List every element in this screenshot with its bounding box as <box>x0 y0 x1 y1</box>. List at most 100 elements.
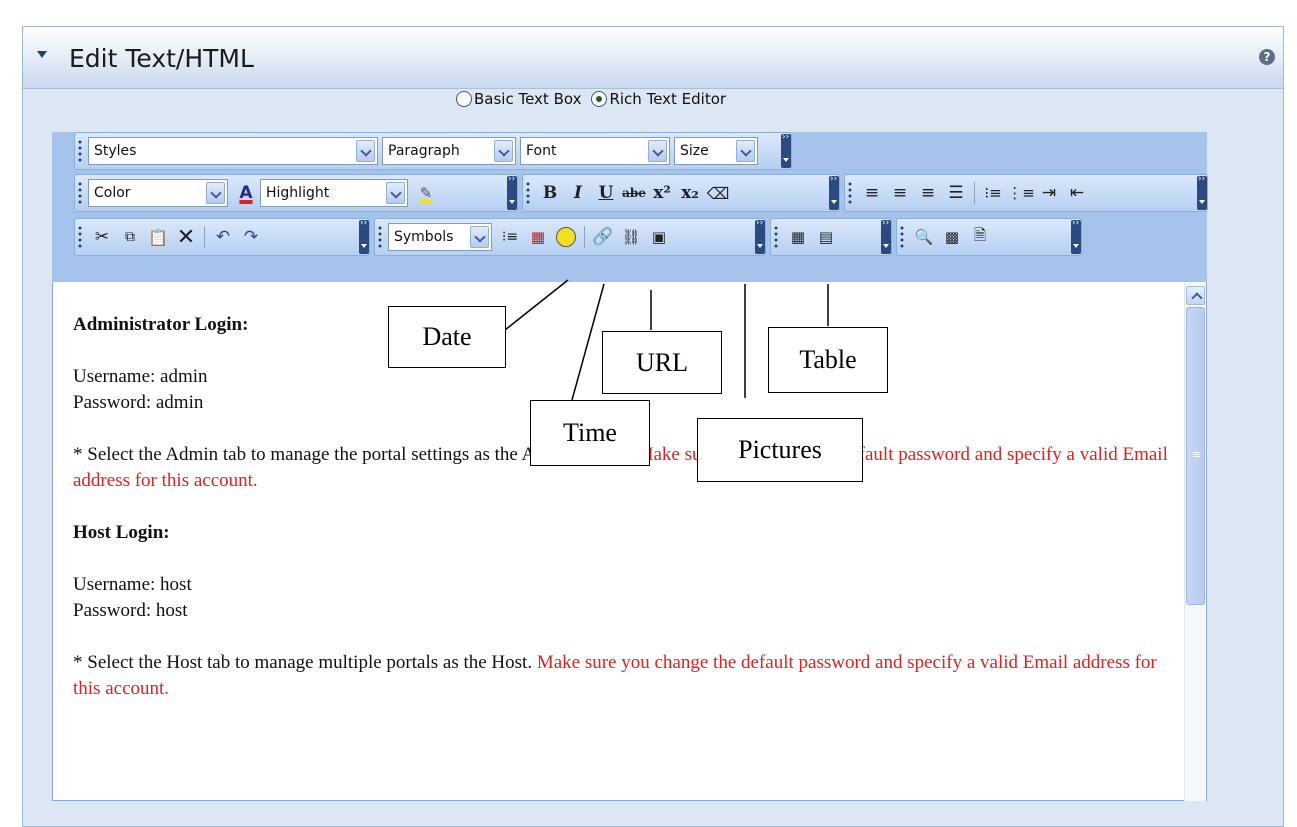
font-dropdown[interactable]: Font <box>520 137 670 165</box>
host-login-heading: Host Login: <box>73 522 170 543</box>
callout-pictures: Pictures <box>697 418 863 482</box>
collapse-triangle-icon[interactable] <box>37 51 47 58</box>
callout-url: URL <box>602 331 722 394</box>
chevron-down-icon[interactable] <box>386 182 405 204</box>
toolbar-clipboard: ✂ ⧉ 📋 ✕ ↶ ↷ <box>74 218 370 256</box>
highlight-dropdown[interactable]: Highlight <box>260 179 408 207</box>
chevron-down-icon[interactable] <box>470 226 489 248</box>
toolbar-text-styles: B I U abe x² x₂ ⌫ <box>522 174 840 212</box>
outdent-icon[interactable]: ⇤ <box>1063 178 1091 208</box>
chevron-down-icon[interactable] <box>356 140 375 162</box>
admin-login-heading: Administrator Login: <box>73 314 249 335</box>
help-icon[interactable]: ? <box>1259 49 1275 65</box>
host-username-line: Username: host <box>73 574 192 595</box>
toolbar-grip-icon[interactable] <box>78 225 82 249</box>
delete-icon[interactable]: ✕ <box>172 222 200 252</box>
insert-date-icon[interactable]: ▦ <box>524 222 552 252</box>
panel-header: Edit Text/HTML ? <box>23 27 1283 89</box>
toolbar-grip-icon[interactable] <box>774 225 778 249</box>
host-note: * Select the Host tab to manage multiple… <box>73 652 533 673</box>
bullet-list-icon[interactable]: ⁝≡ <box>979 178 1007 208</box>
font-dropdown-value: Font <box>526 143 557 159</box>
eraser-icon[interactable]: ⌫ <box>704 178 732 208</box>
callout-time: Time <box>530 400 650 466</box>
unlink-icon[interactable]: ⛓ <box>617 222 645 252</box>
highlight-dropdown-value: Highlight <box>266 185 330 201</box>
toolbar-separator <box>584 226 585 248</box>
paragraph-dropdown[interactable]: Paragraph <box>382 137 516 165</box>
chevron-down-icon[interactable] <box>494 140 513 162</box>
table-properties-icon[interactable]: ▤ <box>812 222 840 252</box>
chevron-down-icon[interactable] <box>648 140 667 162</box>
size-dropdown[interactable]: Size <box>674 137 758 165</box>
color-dropdown-value: Color <box>94 185 131 201</box>
size-dropdown-value: Size <box>680 143 709 159</box>
toolbar-grip-icon[interactable] <box>848 181 852 205</box>
toolbar-area: Styles Paragraph Font Size Color A Highl… <box>52 132 1208 282</box>
toolbar-table: ▦ ▤ <box>770 218 892 256</box>
copy-icon[interactable]: ⧉ <box>116 222 144 252</box>
toolbar-view: 🔍 ▩ 🗎 <box>896 218 1082 256</box>
toolbar-overflow-icon[interactable] <box>781 132 791 168</box>
editor-mode-selector: Basic Text Box Rich Text Editor <box>456 90 736 108</box>
indent-icon[interactable]: ⇥ <box>1035 178 1063 208</box>
toolbar-formatting-dropdowns: Styles Paragraph Font Size <box>74 132 792 170</box>
paragraph-dropdown-value: Paragraph <box>388 143 460 159</box>
toolbar-grip-icon[interactable] <box>526 181 530 205</box>
styles-dropdown[interactable]: Styles <box>88 137 378 165</box>
strikethrough-button[interactable]: abe <box>620 178 648 208</box>
toolbar-overflow-icon[interactable] <box>881 218 891 254</box>
panel-title: Edit Text/HTML <box>69 44 254 73</box>
toolbar-grip-icon[interactable] <box>378 225 382 249</box>
font-color-icon[interactable]: A <box>232 178 260 208</box>
toolbar-grip-icon[interactable] <box>78 139 82 163</box>
subscript-icon[interactable]: x₂ <box>676 178 704 208</box>
radio-basic-text-box[interactable] <box>456 91 472 107</box>
radio-basic-text-box-label[interactable]: Basic Text Box <box>474 90 581 108</box>
underline-button[interactable]: U <box>592 178 620 208</box>
preview-icon[interactable]: 🔍 <box>910 222 938 252</box>
undo-icon[interactable]: ↶ <box>209 222 237 252</box>
admin-password-line: Password: admin <box>73 392 204 413</box>
scroll-thumb[interactable] <box>1186 307 1205 605</box>
paste-from-word-icon[interactable]: 🗎 <box>966 222 994 252</box>
insert-time-icon[interactable] <box>552 222 580 252</box>
radio-rich-text-editor[interactable] <box>591 91 608 107</box>
italic-button[interactable]: I <box>564 178 592 208</box>
highlight-pen-icon[interactable]: ✎ <box>412 178 440 208</box>
vertical-scrollbar[interactable] <box>1184 282 1206 801</box>
align-right-icon[interactable]: ≡ <box>914 178 942 208</box>
callout-date: Date <box>388 306 506 368</box>
toolbar-grip-icon[interactable] <box>900 225 904 249</box>
numbered-list-icon[interactable]: ⋮≡ <box>1007 178 1035 208</box>
color-dropdown[interactable]: Color <box>88 179 228 207</box>
bold-button[interactable]: B <box>536 178 564 208</box>
paste-icon[interactable]: 📋 <box>144 222 172 252</box>
toolbar-overflow-icon[interactable] <box>1197 174 1207 210</box>
symbols-dropdown[interactable]: Symbols <box>388 223 492 251</box>
scroll-up-arrow-icon[interactable] <box>1186 286 1205 305</box>
toolbar-overflow-icon[interactable] <box>507 174 517 210</box>
insert-list-icon[interactable]: ⁝≡ <box>496 222 524 252</box>
justify-icon[interactable]: ☰ <box>942 178 970 208</box>
toolbar-grip-icon[interactable] <box>78 181 82 205</box>
cut-icon[interactable]: ✂ <box>88 222 116 252</box>
source-view-icon[interactable]: ▩ <box>938 222 966 252</box>
align-center-icon[interactable]: ≡ <box>886 178 914 208</box>
align-left-icon[interactable]: ≡ <box>858 178 886 208</box>
chevron-down-icon[interactable] <box>736 140 755 162</box>
radio-rich-text-editor-label[interactable]: Rich Text Editor <box>609 90 726 108</box>
toolbar-overflow-icon[interactable] <box>1071 218 1081 254</box>
symbols-dropdown-value: Symbols <box>394 229 454 245</box>
insert-table-icon[interactable]: ▦ <box>784 222 812 252</box>
toolbar-overflow-icon[interactable] <box>829 174 839 210</box>
insert-image-icon[interactable]: ▣ <box>645 222 673 252</box>
admin-username-line: Username: admin <box>73 366 208 387</box>
insert-link-icon[interactable]: 🔗 <box>589 222 617 252</box>
chevron-down-icon[interactable] <box>206 182 225 204</box>
redo-icon[interactable]: ↷ <box>237 222 265 252</box>
toolbar-overflow-icon[interactable] <box>359 218 369 254</box>
toolbar-overflow-icon[interactable] <box>755 218 765 254</box>
toolbar-separator <box>204 226 205 248</box>
superscript-icon[interactable]: x² <box>648 178 676 208</box>
